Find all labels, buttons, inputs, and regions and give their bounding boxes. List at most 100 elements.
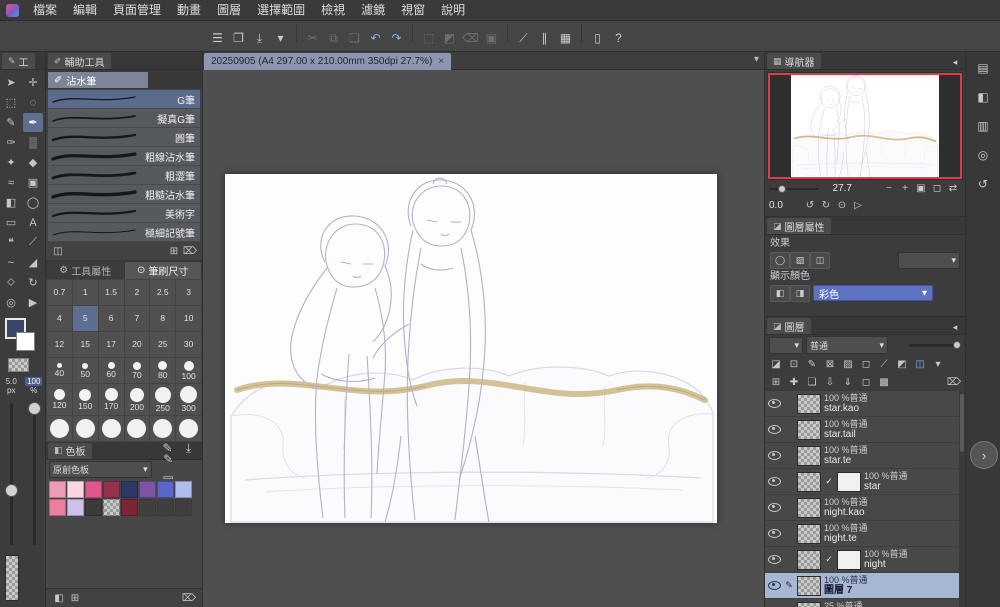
layer-mask-thumbnail[interactable] <box>837 549 861 570</box>
brush-size-cell[interactable] <box>98 415 124 441</box>
brush-tool[interactable]: ✑ <box>1 133 21 152</box>
hand-tool[interactable]: ⬦ <box>1 273 21 292</box>
layer-visibility-toggle[interactable] <box>767 529 781 538</box>
menu-animation[interactable]: 動畫 <box>169 3 209 17</box>
delete-layer-button[interactable]: ⌦ <box>946 375 962 390</box>
brush-size-cell[interactable]: 17 <box>98 332 124 357</box>
layer-thumbnail[interactable] <box>797 393 821 414</box>
color-swatch[interactable] <box>121 480 138 498</box>
brush-size-cell[interactable]: 1 <box>72 280 98 305</box>
subtool-group-tab[interactable]: ✐ 沾水筆 <box>48 72 148 88</box>
zoom-out-button[interactable]: − <box>881 181 897 196</box>
effect-extract-line-icon[interactable]: ◫ <box>810 251 830 269</box>
apply-mask-button[interactable]: ▩ <box>876 375 892 390</box>
brush-size-cell[interactable]: 1.5 <box>98 280 124 305</box>
menu-edit[interactable]: 編輯 <box>65 3 105 17</box>
color-swatch[interactable] <box>85 480 102 498</box>
brush-size-cell[interactable]: 250 <box>150 384 176 415</box>
scrollbar-thumb[interactable] <box>960 394 964 452</box>
quick-access-panel-tab[interactable]: ▤ <box>972 58 994 78</box>
effect-border-icon[interactable]: ◯ <box>770 251 790 269</box>
layer-thumbnail[interactable] <box>797 445 821 466</box>
new-file-button[interactable]: ❐ <box>228 27 249 48</box>
layer-list-scrollbar[interactable] <box>959 391 965 607</box>
snap-to-ruler-button[interactable]: ⟋ <box>513 28 534 49</box>
help-button[interactable]: ? <box>608 27 629 48</box>
layer-mask-thumbnail[interactable] <box>837 471 861 492</box>
layer-row[interactable]: 100 %普通 night.te <box>765 521 965 547</box>
airbrush-tool[interactable]: ▒ <box>23 133 43 152</box>
blend-tool[interactable]: ≈ <box>1 173 21 192</box>
brush-size-cell[interactable]: 150 <box>72 384 98 415</box>
brush-size-cell[interactable]: 25 <box>150 332 176 357</box>
layer-visibility-toggle[interactable] <box>767 503 781 512</box>
color-swatch[interactable] <box>157 480 174 498</box>
close-icon[interactable]: × <box>438 56 444 67</box>
new-raster-layer-button[interactable]: ⊞ <box>768 375 784 390</box>
opacity-slider[interactable] <box>23 399 46 551</box>
color-swatch[interactable] <box>175 480 192 498</box>
menu-file[interactable]: 檔案 <box>25 3 65 17</box>
subtool-item[interactable]: G筆 <box>48 90 200 109</box>
menu-selection[interactable]: 選擇範圍 <box>249 3 313 17</box>
layer-thumbnail[interactable] <box>797 601 821 607</box>
layer-row[interactable]: 100 %普通 night.kao <box>765 495 965 521</box>
figure-tool[interactable]: ◯ <box>23 193 43 212</box>
secondary-color-chip[interactable] <box>16 332 35 351</box>
layer-row[interactable]: 100 %普通 star.kao <box>765 391 965 417</box>
display-gray-icon[interactable]: ◨ <box>790 284 810 302</box>
color-swatch[interactable] <box>103 480 120 498</box>
brush-size-cell[interactable]: 80 <box>150 358 176 383</box>
text-tool[interactable]: A <box>23 213 43 232</box>
fit-to-window-button[interactable]: ▣ <box>913 181 929 196</box>
brush-size-cell[interactable]: 12 <box>47 332 72 357</box>
zoom-slider[interactable] <box>769 184 819 194</box>
subtool-item[interactable]: 擬真G筆 <box>48 109 200 128</box>
rotate-right-button[interactable]: ↻ <box>818 198 834 213</box>
layer-opacity-slider[interactable] <box>909 340 961 350</box>
layer-visibility-toggle[interactable] <box>767 451 781 460</box>
companion-mode-button[interactable]: ▯ <box>587 27 608 48</box>
subtool-panel-tab[interactable]: ✐ 輔助工具 <box>48 53 111 69</box>
lock-transparent-pixels-icon[interactable]: ▨ <box>840 357 856 372</box>
lock-layer-icon[interactable]: ⊠ <box>822 357 838 372</box>
layer-row[interactable]: ✓ 100 %普通 night <box>765 547 965 573</box>
layer-visibility-toggle[interactable] <box>767 477 781 486</box>
menu-filter[interactable]: 濾鏡 <box>353 3 393 17</box>
brush-size-cell[interactable]: 3 <box>176 280 201 305</box>
layer-color-icon[interactable]: ◩ <box>894 357 910 372</box>
brush-size-cell[interactable]: 8 <box>150 306 176 331</box>
zoom-100-button[interactable]: ◻ <box>929 181 945 196</box>
clip-to-layer-below-icon[interactable]: ◪ <box>768 357 784 372</box>
panel-collapse-icon[interactable]: ◂ <box>948 320 962 334</box>
gradient-tool[interactable]: ◧ <box>1 193 21 212</box>
layer-visibility-toggle[interactable] <box>767 555 781 564</box>
subtool-item[interactable]: 粗線沾水筆 <box>48 147 200 166</box>
correct-line-tool[interactable]: ~ <box>1 253 21 272</box>
reset-view-button[interactable]: ▷ <box>850 198 866 213</box>
layer-row[interactable]: 25 %普通圖層 6 <box>765 599 965 607</box>
layer-thumbnail[interactable] <box>797 575 821 596</box>
brush-size-cell[interactable] <box>72 415 98 441</box>
layer-row[interactable]: 100 %普通 star.tail <box>765 417 965 443</box>
brush-size-cell[interactable]: 40 <box>47 358 72 383</box>
color-swatch[interactable] <box>49 480 66 498</box>
delete-color-button[interactable]: ⌦ <box>181 590 197 606</box>
balloon-tool[interactable]: ❝ <box>1 233 21 252</box>
main-menu-button[interactable]: ☰ <box>207 27 228 48</box>
layer-thumbnail[interactable] <box>797 523 821 544</box>
brush-size-cell[interactable]: 4 <box>47 306 72 331</box>
color-swatch[interactable] <box>49 498 66 516</box>
brush-size-cell[interactable]: 200 <box>124 384 150 415</box>
menu-help[interactable]: 說明 <box>433 3 473 17</box>
display-color-icon[interactable]: ◧ <box>770 284 790 302</box>
brush-size-cell[interactable]: 15 <box>72 332 98 357</box>
brush-size-cell[interactable]: 300 <box>176 384 201 415</box>
enable-mask-icon[interactable]: ◻ <box>858 357 874 372</box>
layer-palette-select[interactable]: ▾ <box>769 336 803 354</box>
subtool-item[interactable]: 美術字 <box>48 204 200 223</box>
layer-row[interactable]: 100 %普通 star.te <box>765 443 965 469</box>
add-subtool-button[interactable]: ⊞ <box>166 243 182 259</box>
lasso-tool[interactable]: ◌ <box>23 93 43 112</box>
effect-tone-icon[interactable]: ▨ <box>790 251 810 269</box>
